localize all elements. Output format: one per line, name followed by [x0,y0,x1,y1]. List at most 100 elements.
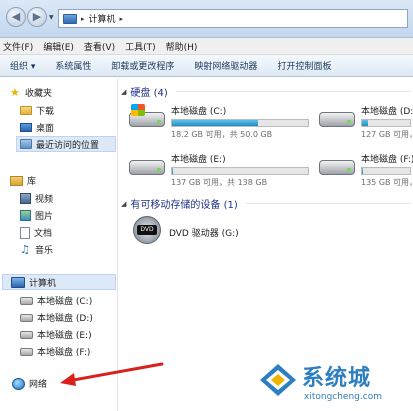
drive-tile-d[interactable]: 本地磁盘 (D:) 127 GB 可用，共 [319,104,413,140]
drive-usage-fill [172,168,174,174]
drive-usage-bar [361,167,411,175]
hard-drive-icon [20,313,33,322]
nav-favorites[interactable]: ★ 收藏夹 [10,86,52,99]
nav-computer-label: 计算机 [29,278,57,289]
dvd-drive-tile[interactable]: DVD DVD 驱动器 (G:) [131,216,239,248]
desktop-icon [20,123,32,132]
downloads-folder-icon [20,106,32,115]
nav-network-label: 网络 [29,380,48,390]
nav-item-drive-f[interactable]: 本地磁盘 (F:) [20,345,90,358]
menu-edit[interactable]: 编辑(E) [43,40,74,53]
navigation-pane: ★ 收藏夹 下载 桌面 最近访问的位置 库 视频 图片 文档 ♫ 音乐 计算机 … [0,78,118,411]
windows-logo-icon [131,104,145,116]
menu-bar: 文件(F) 编辑(E) 查看(V) 工具(T) 帮助(H) [0,38,413,55]
nav-item-recent-places[interactable]: 最近访问的位置 [16,136,116,152]
nav-item-drive-e[interactable]: 本地磁盘 (E:) [20,328,92,341]
nav-item-downloads[interactable]: 下载 [20,104,54,117]
drive-free-space: 18.2 GB 可用，共 50.0 GB [171,130,273,139]
command-bar: 组织 ▾ 系统属性 卸载或更改程序 映射网络驱动器 打开控制面板 [0,55,413,77]
drive-tile-f[interactable]: 本地磁盘 (F:) 135 GB 可用，共 [319,152,413,188]
removable-group-header[interactable]: ◢ 有可移动存储的设备 (1) [121,196,411,211]
nav-item-label: 文档 [34,229,53,239]
menu-view[interactable]: 查看(V) [84,40,115,53]
drive-usage-fill [362,168,363,174]
removable-title: 有可移动存储的设备 (1) [130,200,238,211]
organize-button[interactable]: 组织 ▾ [10,59,35,72]
drive-usage-fill [362,120,368,126]
nav-item-label: 本地磁盘 (F:) [37,348,91,358]
open-control-panel-button[interactable]: 打开控制面板 [277,59,331,72]
nav-item-label: 本地磁盘 (D:) [37,314,93,324]
video-library-icon [20,193,31,204]
pictures-library-icon [20,210,31,221]
recent-places-icon [20,139,32,149]
nav-item-label: 本地磁盘 (C:) [37,297,93,307]
computer-icon [63,13,77,24]
system-drive-icon [129,104,165,130]
forward-button[interactable]: ▶ [27,7,47,27]
network-globe-icon [12,377,25,390]
nav-item-documents[interactable]: 文档 [20,226,52,239]
drive-name: 本地磁盘 (E:) [171,155,226,165]
collapse-triangle-icon[interactable]: ◢ [121,200,126,208]
hard-drive-icon [319,104,355,130]
drive-free-space: 137 GB 可用，共 138 GB [171,178,268,187]
breadcrumb-chevron-icon[interactable]: ▸ [120,15,124,23]
drive-usage-bar [171,119,309,127]
hard-drive-icon [20,296,33,305]
nav-item-drive-d[interactable]: 本地磁盘 (D:) [20,311,93,324]
drive-tile-c[interactable]: 本地磁盘 (C:) 18.2 GB 可用，共 50.0 GB [129,104,309,140]
menu-file[interactable]: 文件(F) [3,40,33,53]
breadcrumb-chevron-icon[interactable]: ▸ [81,15,85,23]
collapse-triangle-icon[interactable]: ◢ [121,88,126,96]
menu-tools[interactable]: 工具(T) [125,40,156,53]
map-network-drive-button[interactable]: 映射网络驱动器 [194,59,257,72]
nav-item-drive-c[interactable]: 本地磁盘 (C:) [20,294,92,307]
music-note-icon: ♫ [20,243,30,256]
hard-drive-icon [319,152,355,178]
menu-help[interactable]: 帮助(H) [166,40,198,53]
nav-item-videos[interactable]: 视频 [20,192,53,205]
library-icon [10,175,23,186]
nav-libraries[interactable]: 库 [10,174,36,187]
nav-item-label: 桌面 [36,124,55,134]
address-area: ◀ ▶ ▼ ▸ 计算机 ▸ [0,0,413,38]
nav-libraries-label: 库 [27,177,37,187]
nav-network[interactable]: 网络 [12,377,47,390]
nav-computer[interactable]: 计算机 [2,274,116,290]
recent-pages-dropdown[interactable]: ▼ [49,14,54,21]
nav-item-label: 本地磁盘 (E:) [37,331,92,341]
nav-item-label: 图片 [35,212,54,222]
group-divider [245,203,411,204]
star-icon: ★ [10,86,20,99]
uninstall-program-button[interactable]: 卸载或更改程序 [111,59,174,72]
nav-item-label: 最近访问的位置 [36,140,100,151]
group-divider [175,91,411,92]
documents-library-icon [20,226,30,239]
drive-name: 本地磁盘 (F:) [361,155,413,165]
drive-name: 本地磁盘 (D:) [361,107,413,117]
nav-item-label: 下载 [36,107,55,117]
breadcrumb-computer[interactable]: 计算机 [89,12,116,25]
watermark-brand: 系统城 [302,366,372,391]
drive-usage-bar [171,167,309,175]
dvd-drive-name: DVD 驱动器 (G:) [169,228,239,239]
back-button[interactable]: ◀ [6,7,26,27]
hard-disks-group-header[interactable]: ◢ 硬盘 (4) [121,84,411,99]
hard-drive-icon [129,152,165,178]
dvd-badge: DVD [137,225,157,235]
nav-item-desktop[interactable]: 桌面 [20,121,54,134]
watermark-url: xitongcheng.com [304,392,382,402]
dvd-disc-icon: DVD [131,216,163,248]
address-bar[interactable]: ▸ 计算机 ▸ [58,9,408,28]
watermark-logo-icon [260,364,296,396]
drive-name: 本地磁盘 (C:) [171,107,227,117]
nav-favorites-label: 收藏夹 [25,89,53,99]
nav-item-music[interactable]: ♫ 音乐 [20,243,53,256]
nav-item-label: 视频 [35,195,54,205]
drive-tile-e[interactable]: 本地磁盘 (E:) 137 GB 可用，共 138 GB [129,152,309,188]
drive-usage-fill [172,120,259,126]
watermark: 系统城 xitongcheng.com [258,358,410,408]
system-properties-button[interactable]: 系统属性 [55,59,91,72]
nav-item-pictures[interactable]: 图片 [20,209,53,222]
